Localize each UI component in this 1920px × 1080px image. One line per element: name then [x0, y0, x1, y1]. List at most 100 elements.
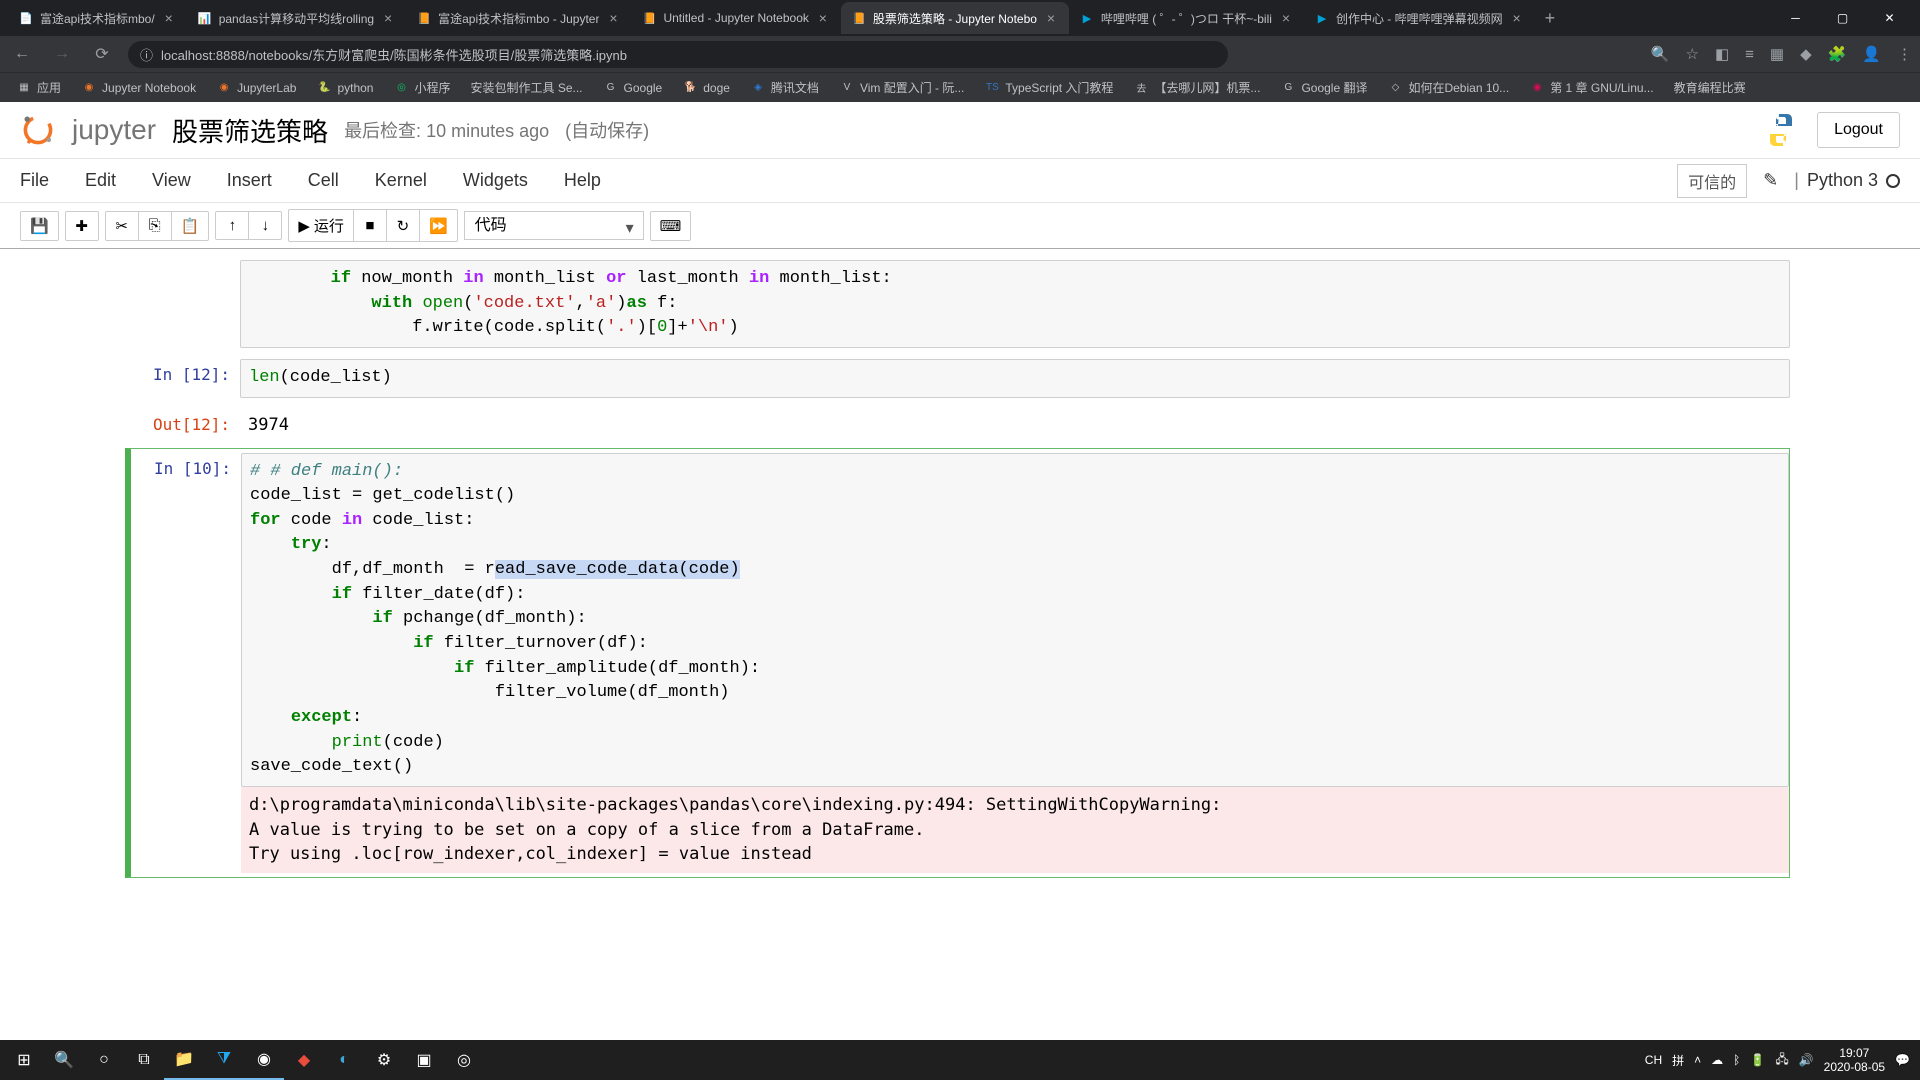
code-cell-selected[interactable]: In [10]: # # def main(): code_list = get…: [125, 448, 1790, 878]
menu-edit[interactable]: Edit: [85, 170, 116, 191]
menu-widgets[interactable]: Widgets: [463, 170, 528, 191]
bookmark-item[interactable]: ◉JupyterLab: [208, 77, 304, 99]
paste-button[interactable]: 📋: [171, 211, 210, 241]
menu-kernel[interactable]: Kernel: [375, 170, 427, 191]
menu-view[interactable]: View: [152, 170, 191, 191]
bookmark-item[interactable]: GGoogle: [595, 77, 671, 99]
tray-chevron-icon[interactable]: ˄: [1694, 1053, 1701, 1067]
profile-icon[interactable]: 👤: [1862, 45, 1881, 63]
bluetooth-icon[interactable]: ᛒ: [1733, 1053, 1740, 1067]
bookmark-item[interactable]: 🐍python: [308, 77, 381, 99]
url-field[interactable]: ⓘ localhost:8888/notebooks/东方财富爬虫/陈国彬条件选…: [128, 41, 1228, 68]
cortana-icon[interactable]: ○: [84, 1040, 124, 1080]
notebook-body[interactable]: if now_month in month_list or last_month…: [0, 249, 1920, 1009]
browser-tab[interactable]: ▶创作中心 - 哔哩哔哩弹幕视频网×: [1304, 2, 1535, 34]
battery-icon[interactable]: 🔋: [1750, 1053, 1765, 1067]
close-icon[interactable]: ×: [815, 10, 831, 26]
notebook-title[interactable]: 股票筛选策略: [172, 112, 328, 149]
ime-mode[interactable]: 拼: [1672, 1052, 1684, 1069]
code-cell[interactable]: In [12]: len(code_list): [130, 355, 1790, 402]
ext-icon[interactable]: ◧: [1715, 45, 1729, 63]
logout-button[interactable]: Logout: [1817, 112, 1900, 148]
app-icon[interactable]: ⚙: [364, 1040, 404, 1080]
obs-icon[interactable]: ◎: [444, 1040, 484, 1080]
bookmark-item[interactable]: 教育编程比赛: [1666, 76, 1754, 99]
close-icon[interactable]: ×: [1509, 10, 1525, 26]
new-tab-button[interactable]: +: [1535, 8, 1566, 29]
move-up-button[interactable]: ↑: [215, 211, 249, 240]
code-input[interactable]: len(code_list): [240, 359, 1790, 398]
close-window-button[interactable]: ✕: [1867, 3, 1912, 33]
command-palette-button[interactable]: ⌨: [650, 211, 692, 241]
bookmark-item[interactable]: ◎小程序: [385, 76, 458, 99]
back-button[interactable]: ←: [8, 45, 36, 63]
ext-icon[interactable]: ◆: [1800, 45, 1812, 63]
menu-help[interactable]: Help: [564, 170, 601, 191]
task-view-icon[interactable]: ⧉: [124, 1040, 164, 1080]
network-icon[interactable]: 🖧: [1775, 1050, 1788, 1071]
vscode-icon[interactable]: ⧩: [204, 1040, 244, 1080]
browser-tab[interactable]: ▶哔哩哔哩 ( ゜- ゜)つロ 干杯~-bili×: [1069, 2, 1304, 34]
browser-tab[interactable]: 📙Untitled - Jupyter Notebook×: [631, 2, 840, 34]
reload-button[interactable]: ⟳: [88, 44, 116, 64]
minimize-button[interactable]: ─: [1773, 3, 1818, 33]
run-button[interactable]: ▶运行: [288, 209, 354, 242]
close-icon[interactable]: ×: [1278, 10, 1294, 26]
bookmark-item[interactable]: 安装包制作工具 Se...: [463, 76, 591, 99]
ext-icon[interactable]: ≡: [1745, 46, 1754, 63]
edit-icon[interactable]: ✎: [1763, 170, 1778, 191]
restart-run-all-button[interactable]: ⏩: [419, 209, 458, 242]
cut-button[interactable]: ✂: [105, 211, 139, 241]
menu-insert[interactable]: Insert: [227, 170, 272, 191]
code-input[interactable]: # # def main(): code_list = get_codelist…: [241, 453, 1789, 787]
close-icon[interactable]: ×: [1043, 10, 1059, 26]
bookmark-item[interactable]: ◈腾讯文档: [742, 76, 827, 99]
menu-cell[interactable]: Cell: [308, 170, 339, 191]
ime-indicator[interactable]: CH: [1645, 1053, 1662, 1067]
onedrive-icon[interactable]: ☁: [1711, 1053, 1723, 1067]
notifications-icon[interactable]: 💬: [1895, 1053, 1910, 1067]
bookmark-item[interactable]: 🐕doge: [674, 77, 738, 99]
terminal-icon[interactable]: ▣: [404, 1040, 444, 1080]
apps-shortcut[interactable]: ▦应用: [8, 76, 69, 99]
search-icon[interactable]: 🔍: [44, 1040, 84, 1080]
app-icon[interactable]: ◐: [324, 1040, 364, 1080]
ext-icon[interactable]: ▦: [1770, 45, 1784, 63]
bookmark-item[interactable]: 去【去哪儿网】机票...: [1125, 76, 1268, 99]
menu-icon[interactable]: ⋮: [1897, 45, 1912, 63]
close-icon[interactable]: ×: [161, 10, 177, 26]
add-cell-button[interactable]: ✚: [65, 211, 99, 241]
explorer-icon[interactable]: 📁: [164, 1040, 204, 1080]
bookmark-item[interactable]: GGoogle 翻译: [1272, 76, 1375, 99]
bookmark-item[interactable]: ◉Jupyter Notebook: [73, 77, 204, 99]
close-icon[interactable]: ×: [605, 10, 621, 26]
star-icon[interactable]: ☆: [1685, 45, 1698, 63]
kernel-indicator[interactable]: | Python 3: [1794, 170, 1900, 191]
browser-tab-active[interactable]: 📙股票筛选策略 - Jupyter Notebo×: [841, 2, 1069, 34]
start-button[interactable]: ⊞: [4, 1040, 44, 1080]
site-info-icon[interactable]: ⓘ: [140, 45, 153, 64]
code-input[interactable]: if now_month in month_list or last_month…: [240, 260, 1790, 348]
chrome-icon[interactable]: ◉: [244, 1040, 284, 1080]
code-cell[interactable]: if now_month in month_list or last_month…: [130, 256, 1790, 352]
extensions-icon[interactable]: 🧩: [1828, 45, 1847, 63]
interrupt-button[interactable]: ■: [353, 209, 387, 242]
move-down-button[interactable]: ↓: [248, 211, 282, 240]
bookmark-item[interactable]: VVim 配置入门 - 阮...: [831, 76, 972, 99]
bookmark-item[interactable]: ◇如何在Debian 10...: [1379, 76, 1517, 99]
clock[interactable]: 19:07 2020-08-05: [1824, 1046, 1885, 1075]
app-icon[interactable]: ◆: [284, 1040, 324, 1080]
trusted-indicator[interactable]: 可信的: [1677, 164, 1747, 198]
cell-type-select[interactable]: 代码: [464, 211, 644, 240]
bookmark-item[interactable]: TSTypeScript 入门教程: [976, 76, 1121, 99]
browser-tab[interactable]: 📊pandas计算移动平均线rolling×: [187, 2, 406, 34]
zoom-icon[interactable]: 🔍: [1651, 45, 1670, 63]
close-icon[interactable]: ×: [380, 10, 396, 26]
forward-button[interactable]: →: [48, 45, 76, 63]
browser-tab[interactable]: 📄富途api技术指标mbo/×: [8, 2, 187, 34]
menu-file[interactable]: File: [20, 170, 49, 191]
save-button[interactable]: 💾: [20, 211, 59, 241]
jupyter-brand[interactable]: jupyter: [72, 114, 156, 146]
copy-button[interactable]: ⎘: [138, 211, 172, 241]
browser-tab[interactable]: 📙富途api技术指标mbo - Jupyter×: [406, 2, 631, 34]
